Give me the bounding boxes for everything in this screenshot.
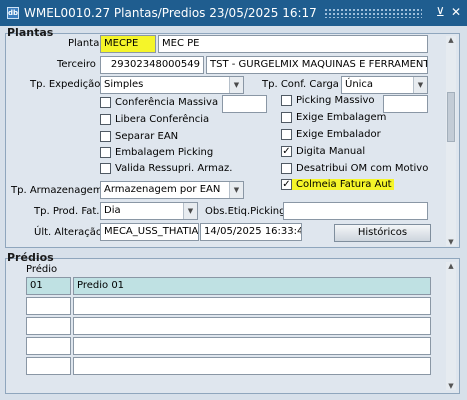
terceiro-code-field[interactable]: 29302348000549 — [100, 56, 204, 74]
digita-manual-checkbox[interactable]: ✓ Digita Manual — [281, 146, 365, 157]
terceiro-name-field[interactable]: TST - GURGELMIX MAQUINAS E FERRAMENT — [206, 56, 428, 74]
checkbox-label: Desatribui OM com Motivo — [296, 163, 429, 174]
predios-scrollbar[interactable]: ▲ ▼ — [446, 262, 456, 390]
checkbox-box[interactable] — [100, 114, 111, 125]
predio-column-header: Prédio — [26, 264, 58, 275]
scroll-down-icon[interactable]: ▼ — [446, 382, 456, 390]
planta-label: Planta — [68, 38, 100, 49]
predio-code-cell[interactable] — [26, 317, 71, 335]
planta-code-field[interactable]: MECPE — [100, 35, 156, 53]
obs-etiq-label: Obs.Etiq.Picking — [205, 206, 286, 217]
checkbox-box[interactable] — [100, 97, 111, 108]
chevron-down-icon[interactable]: ▼ — [229, 182, 243, 198]
picking-massivo-checkbox[interactable]: Picking Massivo — [281, 95, 375, 106]
tp-expedicao-label: Tp. Expedição — [30, 79, 101, 90]
plantas-section-title: Plantas — [7, 26, 54, 39]
predio-code-cell[interactable] — [26, 297, 71, 315]
checkbox-box[interactable] — [100, 163, 111, 174]
tp-conf-carga-value: Única — [345, 79, 374, 90]
predio-name-cell[interactable] — [73, 357, 431, 375]
checkbox-label: Conferência Massiva — [115, 97, 219, 108]
checkbox-label: Exige Embalagem — [296, 112, 387, 123]
predio-name-cell[interactable] — [73, 297, 431, 315]
conferencia-massiva-field[interactable] — [222, 95, 267, 113]
checkbox-box[interactable] — [281, 112, 292, 123]
tp-conf-carga-label: Tp. Conf. Carga — [262, 79, 339, 90]
chevron-down-icon[interactable]: ▼ — [183, 203, 197, 219]
checkbox-label: Exige Embalador — [296, 129, 381, 140]
ult-alteracao-user-field[interactable]: MECA_USS_THATIA — [100, 223, 199, 241]
checkbox-label: Valida Ressupri. Armaz. — [115, 163, 233, 174]
chevron-down-icon[interactable]: ▼ — [229, 77, 243, 93]
checkbox-label: Separar EAN — [115, 131, 179, 142]
tp-prod-fat-label: Tp. Prod. Fat. — [34, 206, 100, 217]
obs-etiq-field[interactable] — [283, 202, 428, 220]
tp-armazenagem-select[interactable]: Armazenagem por EAN ▼ — [100, 181, 244, 199]
window-title: WMEL0010.27 Plantas/Predios 23/05/2025 1… — [24, 6, 317, 20]
title-bar: db WMEL0010.27 Plantas/Predios 23/05/202… — [0, 0, 467, 26]
predio-name-cell[interactable] — [73, 337, 431, 355]
ult-alteracao-date-field[interactable]: 14/05/2025 16:33:45 — [200, 223, 302, 241]
colmeia-fatura-checkbox[interactable]: ✓ Colmeia Fatura Aut — [281, 179, 394, 190]
exige-embalagem-checkbox[interactable]: Exige Embalagem — [281, 112, 386, 123]
tp-armazenagem-label: Tp. Armazenagem — [11, 185, 103, 196]
terceiro-label: Terceiro — [57, 59, 96, 70]
ult-alteracao-label: Últ. Alteração — [34, 227, 103, 238]
desatribui-om-checkbox[interactable]: Desatribui OM com Motivo — [281, 163, 428, 174]
checkbox-box[interactable]: ✓ — [281, 179, 292, 190]
plantas-scrollbar[interactable]: ▲ ▼ — [446, 36, 456, 246]
checkbox-label: Digita Manual — [296, 146, 366, 157]
checkbox-box[interactable] — [100, 131, 111, 142]
title-decoration — [324, 8, 422, 18]
scroll-down-icon[interactable]: ▼ — [446, 238, 456, 246]
checkbox-label: Picking Massivo — [296, 95, 375, 106]
tp-armazenagem-value: Armazenagem por EAN — [104, 184, 221, 195]
libera-conferencia-checkbox[interactable]: Libera Conferência — [100, 114, 209, 125]
exige-embalador-checkbox[interactable]: Exige Embalador — [281, 129, 381, 140]
conferencia-massiva-checkbox[interactable]: Conferência Massiva — [100, 97, 218, 108]
checkbox-label: Embalagem Picking — [115, 147, 214, 158]
predio-name-cell[interactable] — [73, 317, 431, 335]
minimize-icon[interactable]: ⊻ — [436, 5, 445, 19]
picking-massivo-field[interactable] — [383, 95, 428, 113]
checkbox-box[interactable] — [281, 95, 292, 106]
predio-code-cell[interactable]: 01 — [26, 277, 71, 295]
tp-prod-fat-value: Dia — [104, 205, 121, 216]
tp-conf-carga-select[interactable]: Única ▼ — [341, 76, 428, 94]
checkbox-box[interactable] — [281, 163, 292, 174]
checkbox-label: Colmeia Fatura Aut — [296, 179, 392, 190]
predio-code-cell[interactable] — [26, 357, 71, 375]
tp-prod-fat-select[interactable]: Dia ▼ — [100, 202, 198, 220]
checkbox-box[interactable] — [281, 129, 292, 140]
predios-section-title: Prédios — [7, 251, 54, 264]
tp-expedicao-value: Simples — [104, 79, 144, 90]
checkbox-box[interactable] — [100, 147, 111, 158]
close-icon[interactable]: ✕ — [451, 5, 461, 19]
scroll-up-icon[interactable]: ▲ — [446, 262, 456, 270]
embalagem-picking-checkbox[interactable]: Embalagem Picking — [100, 147, 213, 158]
scroll-thumb[interactable] — [447, 92, 455, 142]
predio-code-cell[interactable] — [26, 337, 71, 355]
chevron-down-icon[interactable]: ▼ — [413, 77, 427, 93]
separar-ean-checkbox[interactable]: Separar EAN — [100, 131, 178, 142]
app-icon: db — [7, 7, 19, 19]
scroll-up-icon[interactable]: ▲ — [446, 36, 456, 44]
historicos-button[interactable]: Históricos — [334, 224, 431, 242]
checkbox-label: Libera Conferência — [115, 114, 210, 125]
checkbox-box[interactable]: ✓ — [281, 146, 292, 157]
predio-name-cell[interactable]: Predio 01 — [73, 277, 431, 295]
tp-expedicao-select[interactable]: Simples ▼ — [100, 76, 244, 94]
valida-ressupri-checkbox[interactable]: Valida Ressupri. Armaz. — [100, 163, 232, 174]
planta-name-field[interactable]: MEC PE — [158, 35, 428, 53]
